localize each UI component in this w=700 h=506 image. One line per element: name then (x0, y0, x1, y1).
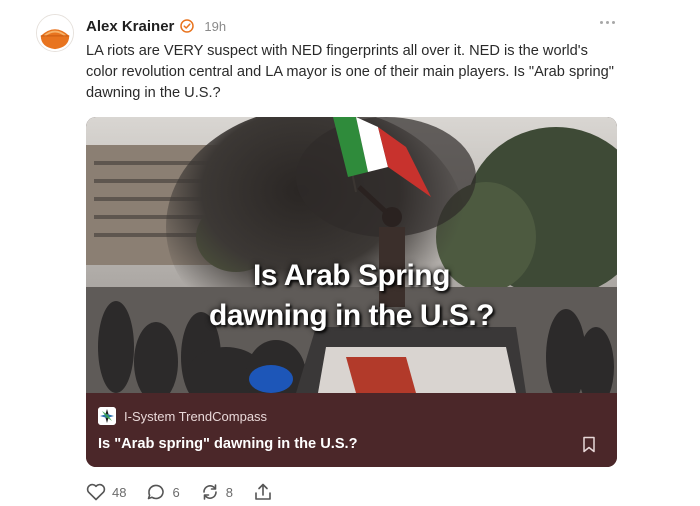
author-name[interactable]: Alex Krainer (86, 18, 174, 35)
comment-count: 6 (172, 484, 180, 500)
post-timestamp[interactable]: 19h (204, 19, 226, 34)
publication-name: I-System TrendCompass (124, 408, 268, 424)
restack-count: 8 (225, 484, 233, 500)
restack-button[interactable]: 8 (200, 483, 233, 501)
author-avatar[interactable] (36, 14, 74, 52)
verified-badge-icon (180, 19, 195, 33)
restack-icon (202, 484, 217, 500)
post: Alex Krainer 19h LA riots are VERY suspe… (0, 0, 700, 506)
card-image: Is Arab Spring dawning in the U.S.? (86, 117, 617, 393)
share-icon (255, 483, 271, 500)
heart-icon (86, 483, 106, 501)
share-button[interactable] (253, 483, 273, 501)
comment-icon (148, 484, 165, 500)
link-card[interactable]: Is Arab Spring dawning in the U.S.? I-Sy… (86, 117, 617, 467)
card-title[interactable]: Is "Arab spring" dawning in the U.S.? (98, 436, 358, 452)
image-caption-line-2: dawning in the U.S.? (209, 299, 495, 332)
more-options-icon[interactable] (596, 14, 618, 30)
bookmark-icon[interactable] (582, 436, 596, 453)
post-actions: 48 6 8 (86, 482, 293, 502)
image-caption-line-1: Is Arab Spring (253, 259, 450, 292)
like-button[interactable]: 48 (86, 483, 126, 501)
post-body: LA riots are VERY suspect with NED finge… (86, 43, 614, 101)
like-count: 48 (112, 484, 127, 500)
card-source[interactable]: I-System TrendCompass (98, 407, 267, 425)
post-header: Alex Krainer 19h (86, 16, 226, 36)
card-footer: I-System TrendCompass Is "Arab spring" d… (86, 393, 617, 467)
comment-button[interactable]: 6 (146, 483, 180, 501)
publication-logo-icon (98, 407, 116, 425)
